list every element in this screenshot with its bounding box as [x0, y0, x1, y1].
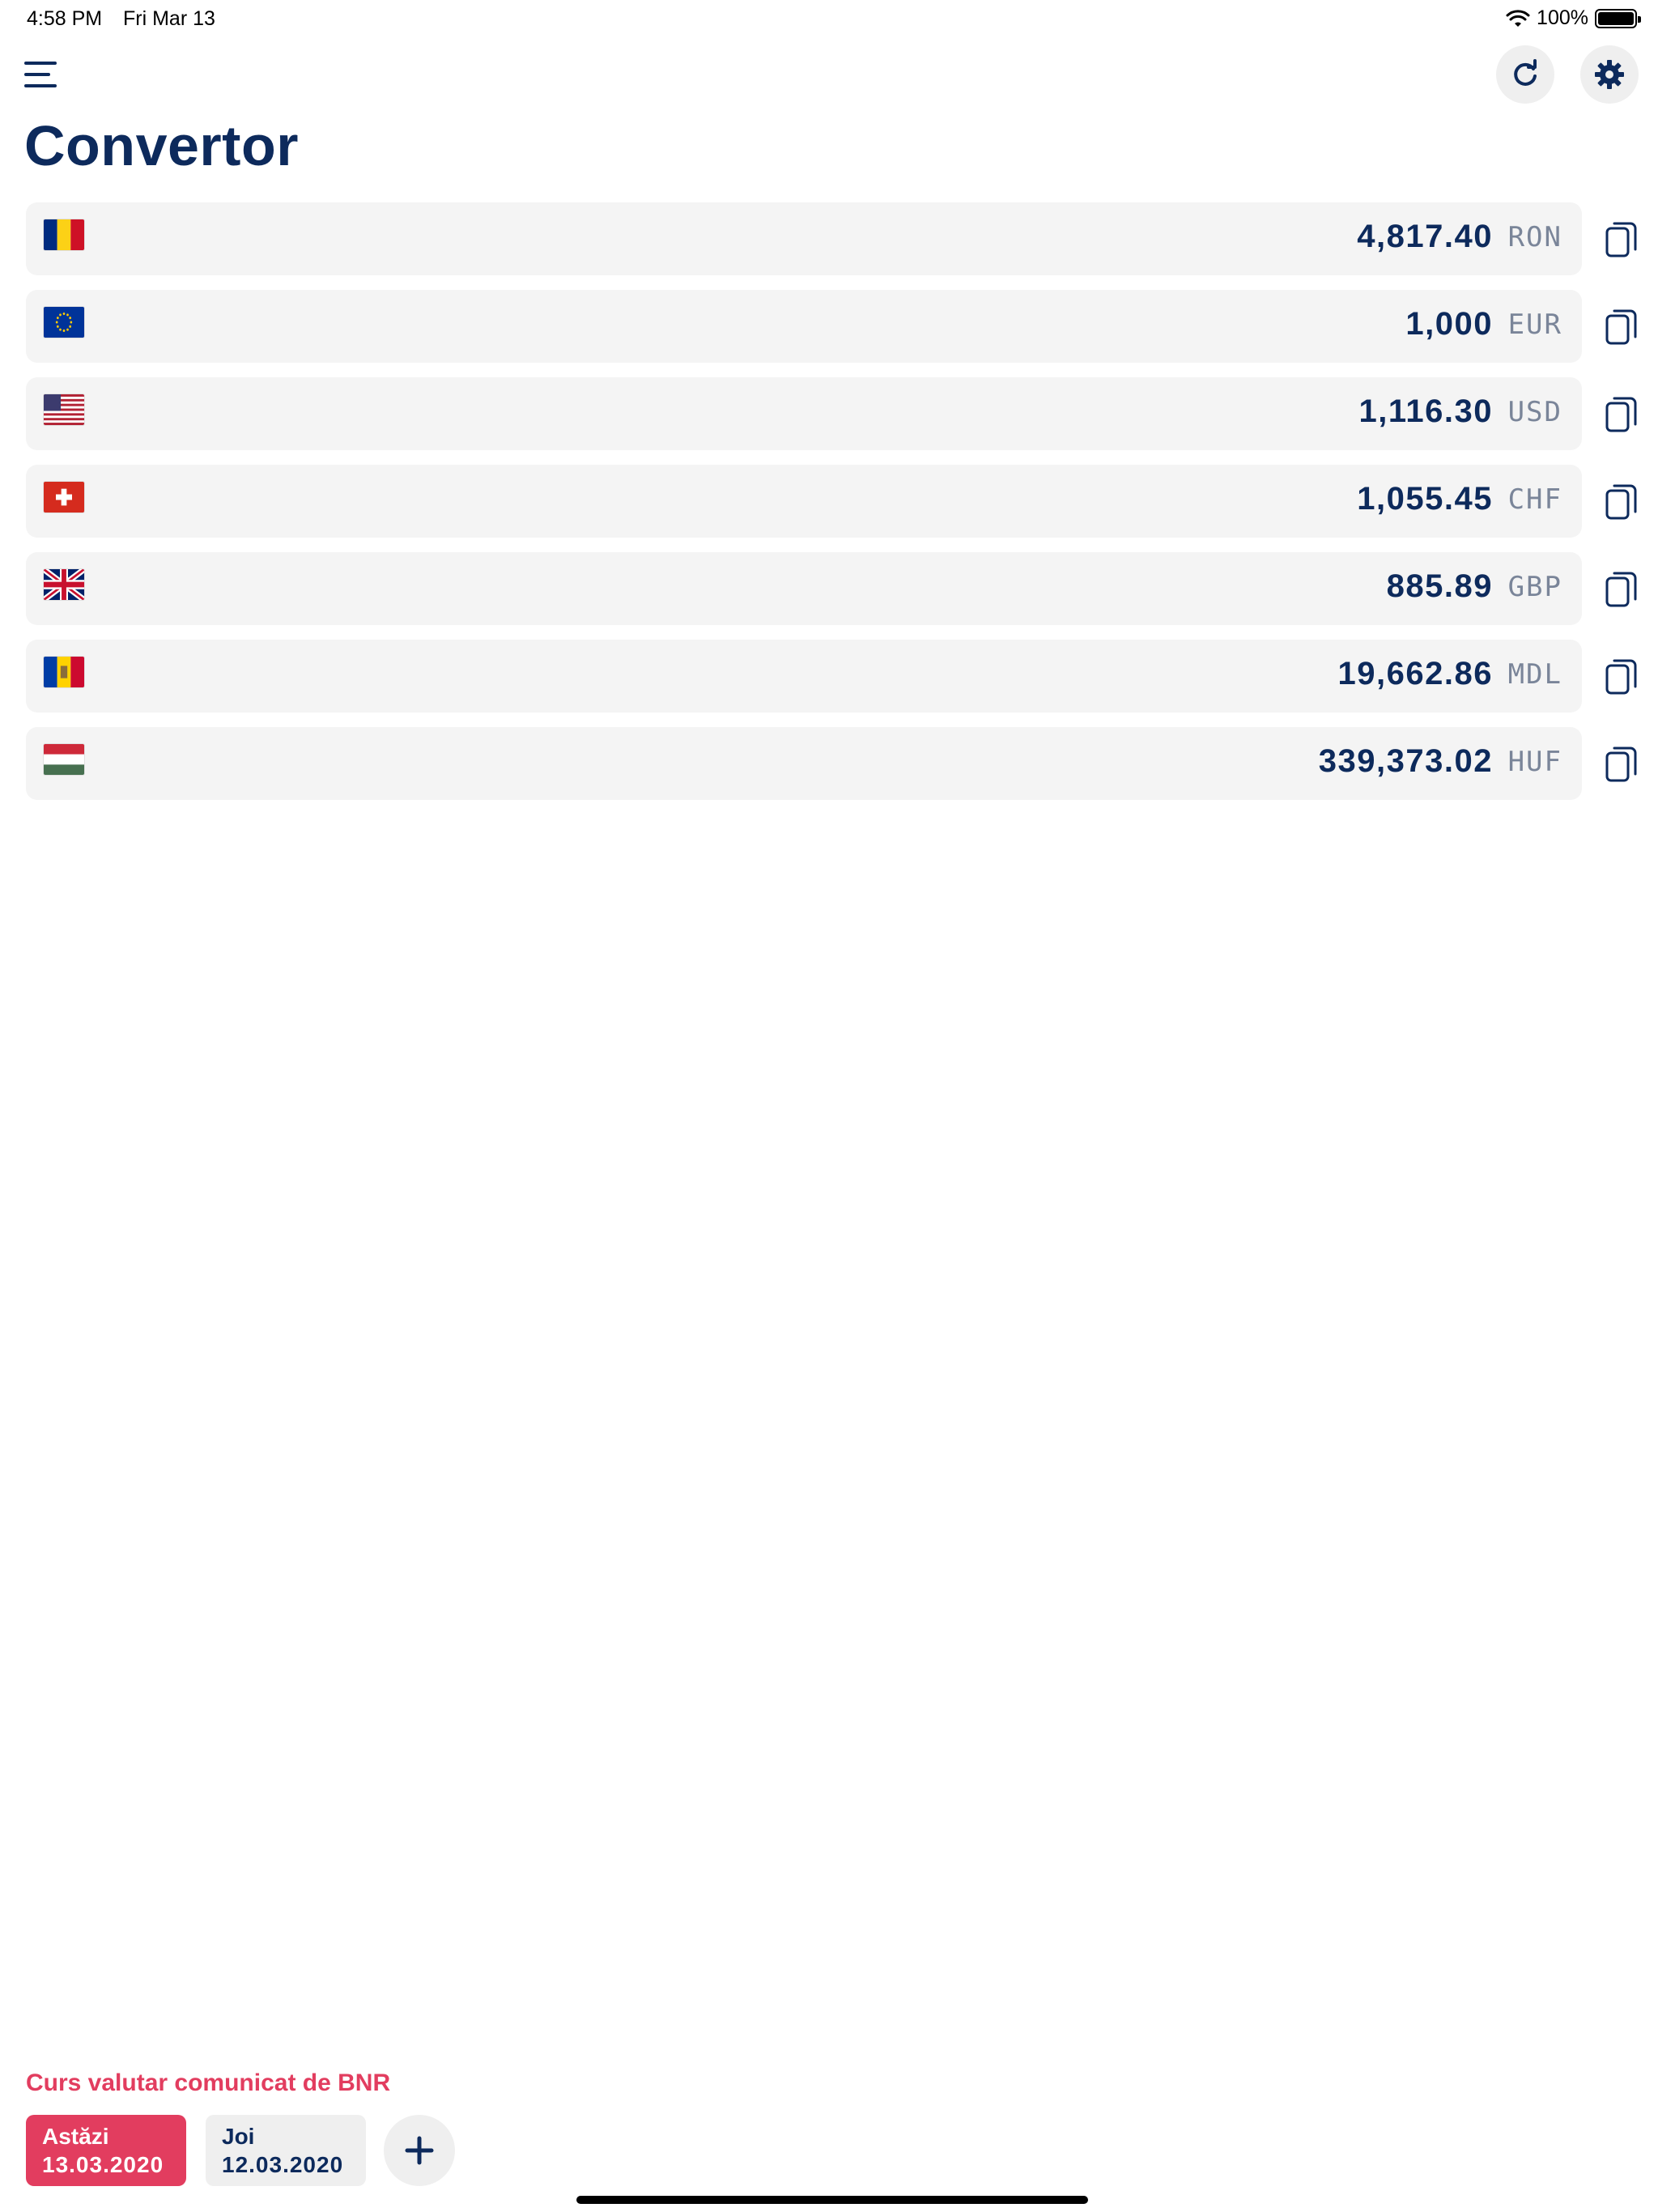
copy-icon[interactable] [1605, 220, 1639, 259]
currency-row-chf: 1,055.45 CHF [26, 465, 1645, 538]
currency-row-huf: 339,373.02 HUF [26, 727, 1645, 800]
currency-input-ron[interactable]: 4,817.40 RON [26, 202, 1582, 275]
currency-input-gbp[interactable]: 885.89 GBP [26, 552, 1582, 625]
date-chip-previous[interactable]: Joi 12.03.2020 [206, 2115, 366, 2186]
page-title: Convertor [24, 114, 299, 177]
refresh-icon [1514, 59, 1537, 86]
hungary-flag-icon [44, 744, 84, 775]
currency-code: EUR [1507, 308, 1562, 341]
copy-icon[interactable] [1605, 395, 1639, 434]
currency-input-usd[interactable]: 1,116.30 USD [26, 377, 1582, 450]
currency-code: RON [1507, 221, 1562, 253]
copy-icon[interactable] [1605, 657, 1639, 696]
currency-value: 1,116.30 [1358, 393, 1493, 429]
currency-value: 19,662.86 [1337, 656, 1493, 691]
currency-value: 1,055.45 [1357, 481, 1493, 517]
status-indicators: 100% [1506, 6, 1641, 30]
battery-icon [1595, 8, 1641, 28]
rate-source-label: Curs valutar comunicat de BNR [26, 2069, 391, 2096]
copy-icon[interactable] [1605, 483, 1639, 521]
romania-flag-icon [44, 219, 84, 250]
moldova-flag-icon [44, 657, 84, 687]
usa-flag-icon [44, 394, 84, 425]
currency-code: HUF [1507, 746, 1562, 778]
currency-code: USD [1507, 396, 1562, 428]
date-chip-date: 13.03.2020 [42, 2152, 164, 2177]
currency-value: 885.89 [1386, 568, 1493, 604]
currency-input-chf[interactable]: 1,055.45 CHF [26, 465, 1582, 538]
status-time: 4:58 PM [27, 7, 103, 30]
currency-code: GBP [1507, 571, 1562, 603]
date-chip-day: Astăzi [42, 2124, 109, 2149]
status-date: Fri Mar 13 [123, 7, 215, 30]
date-chip-date: 12.03.2020 [222, 2152, 344, 2177]
currency-input-eur[interactable]: 1,000 EUR [26, 290, 1582, 363]
switzerland-flag-icon [44, 482, 84, 513]
currency-code: MDL [1507, 658, 1562, 691]
currency-value: 1,000 [1405, 306, 1493, 342]
currency-list: 4,817.40 RON 1,000 EUR 1,116.30 USD 1,05… [26, 202, 1645, 815]
gear-icon [1595, 60, 1624, 89]
currency-value: 339,373.02 [1318, 743, 1493, 779]
home-indicator[interactable] [576, 2196, 1088, 2204]
eu-flag-icon [44, 307, 84, 338]
refresh-button[interactable] [1496, 45, 1554, 104]
hamburger-menu-icon [24, 62, 57, 65]
currency-code: CHF [1507, 483, 1562, 516]
currency-row-gbp: 885.89 GBP [26, 552, 1645, 625]
copy-icon[interactable] [1605, 745, 1639, 784]
settings-button[interactable] [1580, 45, 1639, 104]
plus-icon [405, 2136, 434, 2165]
currency-value: 4,817.40 [1357, 219, 1493, 254]
currency-input-mdl[interactable]: 19,662.86 MDL [26, 640, 1582, 713]
currency-input-huf[interactable]: 339,373.02 HUF [26, 727, 1582, 800]
currency-row-mdl: 19,662.86 MDL [26, 640, 1645, 713]
currency-row-usd: 1,116.30 USD [26, 377, 1645, 450]
battery-percent: 100% [1537, 6, 1588, 29]
menu-button[interactable] [24, 58, 60, 91]
date-chip-today[interactable]: Astăzi 13.03.2020 [26, 2115, 186, 2186]
wifi-icon [1506, 9, 1530, 27]
currency-row-eur: 1,000 EUR [26, 290, 1645, 363]
uk-flag-icon [44, 569, 84, 600]
copy-icon[interactable] [1605, 570, 1639, 609]
date-chip-day: Joi [222, 2124, 255, 2149]
currency-row-ron: 4,817.40 RON [26, 202, 1645, 275]
status-bar: 4:58 PM Fri Mar 13 100% [0, 0, 1658, 39]
add-date-button[interactable] [384, 2115, 455, 2186]
copy-icon[interactable] [1605, 308, 1639, 347]
